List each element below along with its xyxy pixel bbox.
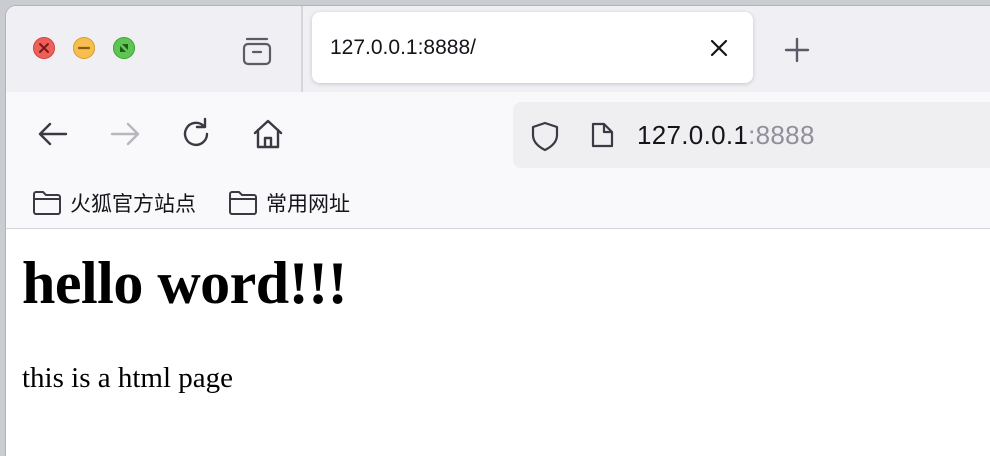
folder-icon (229, 191, 257, 215)
back-button[interactable] (35, 116, 71, 152)
arrow-right-icon (110, 122, 140, 146)
page-paragraph: this is a html page (22, 362, 234, 394)
tab-strip: 127.0.0.1:8888/ (6, 6, 990, 92)
page-content: hello word!!! this is a html page (6, 229, 990, 456)
bookmark-label: 火狐官方站点 (70, 192, 196, 216)
browser-window: 127.0.0.1:8888/ 127.0.0.1:8888 火狐官方站点 常用… (6, 6, 990, 456)
minus-icon (77, 46, 91, 50)
reload-button[interactable] (179, 116, 215, 152)
bookmark-folder-firefox-official[interactable]: 火狐官方站点 (32, 178, 196, 228)
close-icon (710, 39, 728, 57)
new-tab-button[interactable] (782, 35, 812, 65)
tracking-protection-button[interactable] (529, 120, 561, 152)
url-port: :8888 (748, 120, 815, 150)
fullscreen-icon (120, 44, 128, 52)
arrow-left-icon (38, 122, 68, 146)
tab-overview-icon (242, 37, 272, 66)
window-close-button[interactable] (33, 37, 55, 59)
tab-title: 127.0.0.1:8888/ (330, 36, 476, 59)
url-host: 127.0.0.1 (637, 120, 749, 150)
address-bar[interactable]: 127.0.0.1:8888 (513, 102, 990, 168)
home-icon (253, 119, 283, 149)
tab-divider (301, 6, 303, 92)
tab-overview-button[interactable] (239, 33, 275, 69)
page-icon (591, 122, 614, 148)
close-x-icon (39, 43, 49, 53)
reload-icon (183, 117, 209, 147)
shield-icon (531, 121, 559, 152)
active-tab[interactable]: 127.0.0.1:8888/ (312, 12, 753, 83)
tab-close-button[interactable] (706, 35, 732, 61)
url-text[interactable]: 127.0.0.1:8888 (637, 102, 815, 168)
home-button[interactable] (250, 116, 286, 152)
navigation-toolbar: 127.0.0.1:8888 (6, 92, 990, 178)
plus-icon (784, 37, 810, 63)
window-fullscreen-button[interactable] (113, 37, 135, 59)
bookmark-label: 常用网址 (266, 192, 350, 216)
folder-icon (33, 191, 61, 215)
window-minimize-button[interactable] (73, 37, 95, 59)
site-info-button[interactable] (587, 120, 617, 150)
bookmark-folder-common-sites[interactable]: 常用网址 (228, 178, 350, 228)
page-heading: hello word!!! (22, 250, 348, 316)
bookmarks-toolbar: 火狐官方站点 常用网址 (6, 178, 990, 229)
forward-button[interactable] (107, 116, 143, 152)
